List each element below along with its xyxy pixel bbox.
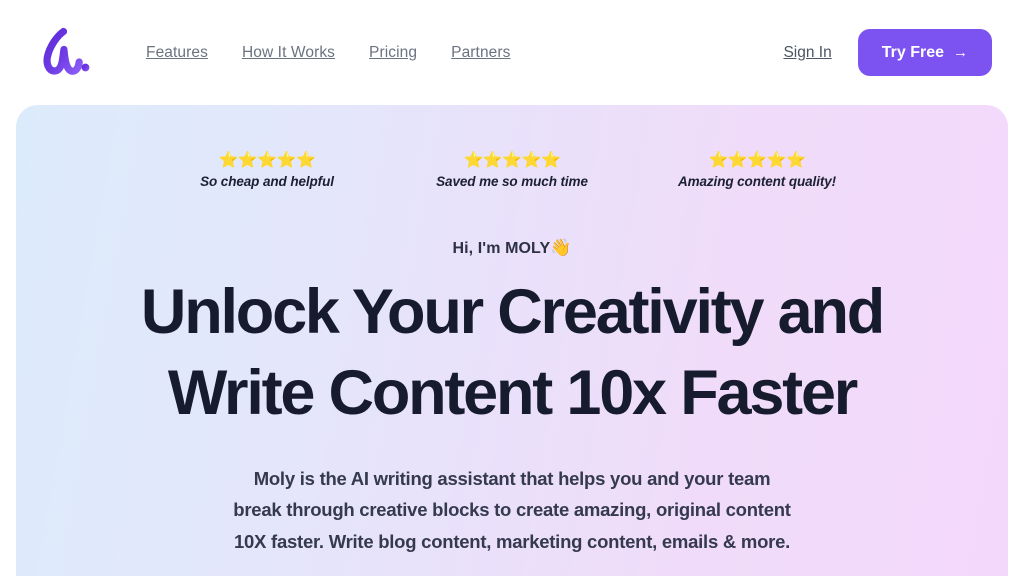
star-rating-icon: ⭐⭐⭐⭐⭐ xyxy=(708,152,806,169)
hero-greeting: Hi, I'm MOLY👋 xyxy=(16,238,1008,258)
testimonial-item: ⭐⭐⭐⭐⭐ So cheap and helpful xyxy=(145,151,390,189)
landing-page: Features How It Works Pricing Partners S… xyxy=(0,0,1024,576)
moly-script-logo-icon xyxy=(36,25,94,81)
hero-subtext: Moly is the AI writing assistant that he… xyxy=(16,463,1008,558)
nav-item-partners[interactable]: Partners xyxy=(451,45,510,61)
hero-headline: Unlock Your Creativity and Write Content… xyxy=(16,272,1008,435)
arrow-right-icon: → xyxy=(953,44,968,61)
nav-item-pricing[interactable]: Pricing xyxy=(369,45,417,61)
subtext-line-2: break through creative blocks to create … xyxy=(233,499,791,521)
testimonial-item: ⭐⭐⭐⭐⭐ Amazing content quality! xyxy=(635,151,880,189)
waving-hand-icon: 👋 xyxy=(550,238,572,257)
star-rating-icon: ⭐⭐⭐⭐⭐ xyxy=(463,152,561,169)
headline-line-2: Write Content 10x Faster xyxy=(167,358,858,429)
header-actions: Sign In Try Free → xyxy=(783,29,992,76)
testimonial-text: So cheap and helpful xyxy=(200,174,334,189)
greeting-text: Hi, I'm MOLY xyxy=(452,240,551,257)
testimonial-text: Amazing content quality! xyxy=(677,174,837,189)
testimonial-strip: ⭐⭐⭐⭐⭐ So cheap and helpful ⭐⭐⭐⭐⭐ Saved m… xyxy=(16,151,1008,189)
subtext-line-1: Moly is the AI writing assistant that he… xyxy=(253,467,771,489)
site-header: Features How It Works Pricing Partners S… xyxy=(0,0,1024,105)
hero-section: ⭐⭐⭐⭐⭐ So cheap and helpful ⭐⭐⭐⭐⭐ Saved m… xyxy=(16,105,1008,576)
try-free-label: Try Free xyxy=(881,43,944,61)
try-free-button[interactable]: Try Free → xyxy=(857,29,992,76)
nav-item-how-it-works[interactable]: How It Works xyxy=(242,45,335,61)
star-rating-icon: ⭐⭐⭐⭐⭐ xyxy=(218,152,316,169)
testimonial-item: ⭐⭐⭐⭐⭐ Saved me so much time xyxy=(390,151,635,189)
main-nav: Features How It Works Pricing Partners xyxy=(146,45,511,61)
headline-line-1: Unlock Your Creativity and xyxy=(140,277,885,347)
sign-in-link[interactable]: Sign In xyxy=(783,45,831,61)
nav-item-features[interactable]: Features xyxy=(146,45,208,61)
testimonial-text: Saved me so much time xyxy=(436,174,588,189)
subtext-line-3: 10X faster. Write blog content, marketin… xyxy=(233,531,791,553)
logo-link[interactable] xyxy=(36,25,94,81)
